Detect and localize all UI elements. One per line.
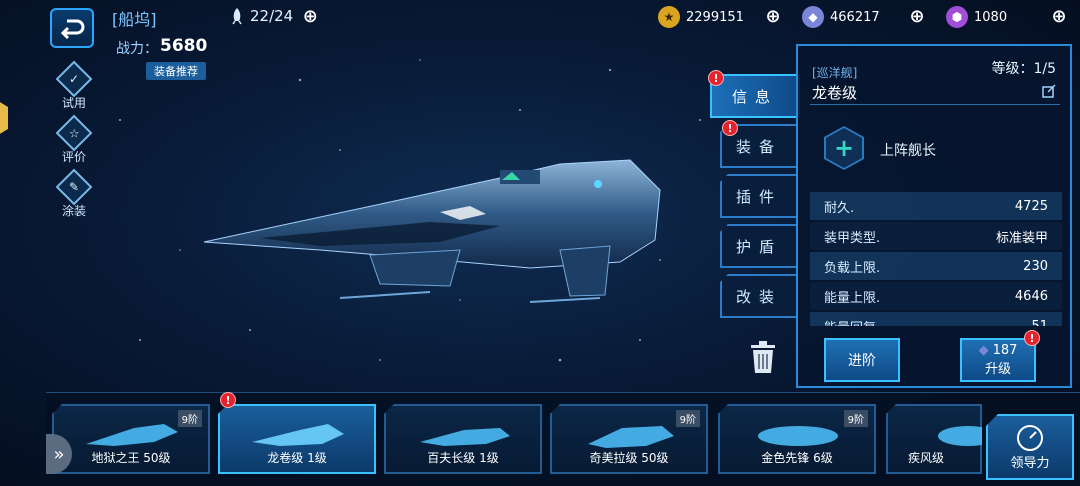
plus-icon: + bbox=[826, 128, 862, 168]
rocket-icon bbox=[232, 8, 242, 25]
coin-icon: ★ bbox=[658, 6, 680, 28]
leadership-button[interactable]: 领导力 bbox=[986, 414, 1074, 480]
upgrade-button[interactable]: ◆ 187 升级 bbox=[960, 338, 1036, 382]
ship-card-selected[interactable]: 龙卷级 1级 bbox=[218, 404, 376, 474]
resource-gem: ⬢ 1080 bbox=[946, 4, 1007, 30]
ship-card-alert-icon: ! bbox=[220, 392, 236, 408]
tab-shield[interactable]: 护盾 bbox=[720, 224, 798, 268]
fleet-capacity: 22/24 ⊕ bbox=[230, 6, 321, 27]
ship-thumbnail-icon bbox=[758, 426, 838, 446]
gauge-icon bbox=[1017, 424, 1043, 451]
ship-thumbnail-icon bbox=[938, 426, 982, 446]
stats-list[interactable]: 耐久. 4725 装甲类型. 标准装甲 负载上限. 230 能量上限. 4646… bbox=[810, 192, 1062, 326]
ship-card[interactable]: 9阶 地狱之王 50级 bbox=[52, 404, 210, 474]
ship-thumbnail-icon bbox=[86, 424, 178, 446]
stat-value: 230 bbox=[1023, 258, 1048, 274]
crystal-icon: ◆ bbox=[802, 6, 824, 28]
stat-row: 能量回复. 51 bbox=[810, 312, 1062, 326]
power-value: 5680 bbox=[160, 36, 208, 56]
tier-badge: 9阶 bbox=[843, 410, 868, 427]
side-item-review[interactable]: ☆ 评价 bbox=[54, 114, 94, 165]
tier-badge: 9阶 bbox=[675, 410, 700, 427]
ship-card[interactable]: 疾风级 bbox=[886, 404, 982, 474]
resource-credits: ★ 2299151 bbox=[658, 4, 744, 30]
gem-icon: ⬢ bbox=[946, 6, 968, 28]
stat-value: 4646 bbox=[1014, 288, 1048, 304]
tab-plugin[interactable]: 插件 bbox=[720, 174, 798, 218]
equipment-recommend-button[interactable]: 装备推荐 bbox=[146, 62, 206, 80]
stat-label: 能量上限. bbox=[824, 290, 881, 306]
ship-info-panel: [巡洋舰] 龙卷级 等级：1/5 + 上阵舰长 耐久. 4725 装甲类型. 标… bbox=[796, 44, 1072, 388]
check-icon: ✓ bbox=[55, 60, 93, 98]
upgrade-cost: ◆ 187 bbox=[979, 343, 1018, 358]
add-gem-button[interactable]: ⊕ bbox=[1048, 6, 1070, 27]
resource-crystal: ◆ 466217 bbox=[802, 4, 880, 30]
back-button[interactable] bbox=[50, 8, 94, 48]
tier-badge: 9阶 bbox=[177, 410, 202, 427]
credits-value: 2299151 bbox=[686, 9, 744, 25]
ship-thumbnail-icon bbox=[588, 426, 674, 448]
stat-row: 耐久. 4725 bbox=[810, 192, 1062, 220]
fleet-count: 22/24 bbox=[250, 7, 294, 25]
main-ship-model bbox=[203, 159, 661, 303]
gem-value: 1080 bbox=[974, 9, 1008, 25]
ship-card-name: 百夫长级 1级 bbox=[427, 451, 499, 465]
stat-value: 标准装甲 bbox=[995, 230, 1048, 246]
stat-label: 能量回复. bbox=[824, 317, 880, 327]
ship-card-name: 地狱之王 50级 bbox=[91, 451, 171, 465]
stat-value: 51 bbox=[1031, 318, 1048, 327]
stat-row: 能量上限. 4646 bbox=[810, 282, 1062, 310]
back-arrow-icon bbox=[60, 19, 85, 39]
power-label: 战力： bbox=[116, 41, 158, 57]
stat-row: 负载上限. 230 bbox=[810, 252, 1062, 280]
panel-divider bbox=[810, 104, 1060, 105]
captain-label: 上阵舰长 bbox=[880, 143, 936, 159]
review-icon: ☆ bbox=[55, 114, 93, 152]
add-credits-button[interactable]: ⊕ bbox=[762, 6, 784, 27]
stat-row: 装甲类型. 标准装甲 bbox=[810, 222, 1062, 250]
crystal-icon: ◆ bbox=[978, 343, 989, 358]
stat-value: 4725 bbox=[1014, 198, 1048, 214]
ship-class: [巡洋舰] bbox=[812, 66, 858, 80]
crystal-value: 466217 bbox=[830, 9, 880, 25]
ship-level: 等级：1/5 bbox=[991, 61, 1056, 77]
leadership-label: 领导力 bbox=[1010, 455, 1050, 471]
paint-icon: ✎ bbox=[55, 168, 93, 206]
ship-card-name: 金色先锋 6级 bbox=[761, 451, 833, 465]
add-fleet-button[interactable]: ⊕ bbox=[299, 6, 321, 27]
ship-thumbnail-icon bbox=[252, 424, 344, 446]
stat-label: 耐久. bbox=[824, 200, 855, 216]
ship-card-name: 龙卷级 1级 bbox=[267, 451, 327, 465]
upgrade-alert-icon: ! bbox=[1024, 330, 1040, 346]
tab-equipment-alert-icon: ! bbox=[722, 120, 738, 136]
add-crystal-button[interactable]: ⊕ bbox=[906, 6, 928, 27]
rename-icon[interactable] bbox=[1042, 84, 1056, 98]
edge-tab bbox=[0, 96, 8, 140]
ship-name: 龙卷级 bbox=[812, 84, 858, 102]
ship-card[interactable]: 9阶 奇美拉级 50级 bbox=[550, 404, 708, 474]
tab-info-alert-icon: ! bbox=[708, 70, 724, 86]
ship-card[interactable]: 9阶 金色先锋 6级 bbox=[718, 404, 876, 474]
stat-label: 装甲类型. bbox=[824, 230, 881, 246]
assign-captain-button[interactable]: + bbox=[824, 126, 864, 170]
advance-button[interactable]: 进阶 bbox=[824, 338, 900, 382]
page-title: [船坞] bbox=[112, 10, 157, 29]
side-item-trial[interactable]: ✓ 试用 bbox=[54, 60, 94, 111]
ship-card[interactable]: 百夫长级 1级 bbox=[384, 404, 542, 474]
stat-label: 负载上限. bbox=[824, 260, 881, 276]
upgrade-cost-value: 187 bbox=[992, 343, 1018, 358]
tab-modify[interactable]: 改装 bbox=[720, 274, 798, 318]
side-item-paint[interactable]: ✎ 涂装 bbox=[54, 168, 94, 219]
upgrade-label: 升级 bbox=[984, 362, 1011, 377]
trash-icon[interactable] bbox=[748, 340, 778, 374]
ship-thumbnail-icon bbox=[420, 428, 510, 446]
ship-card-name: 疾风级 bbox=[908, 451, 945, 465]
ship-card-name: 奇美拉级 50级 bbox=[589, 451, 669, 465]
